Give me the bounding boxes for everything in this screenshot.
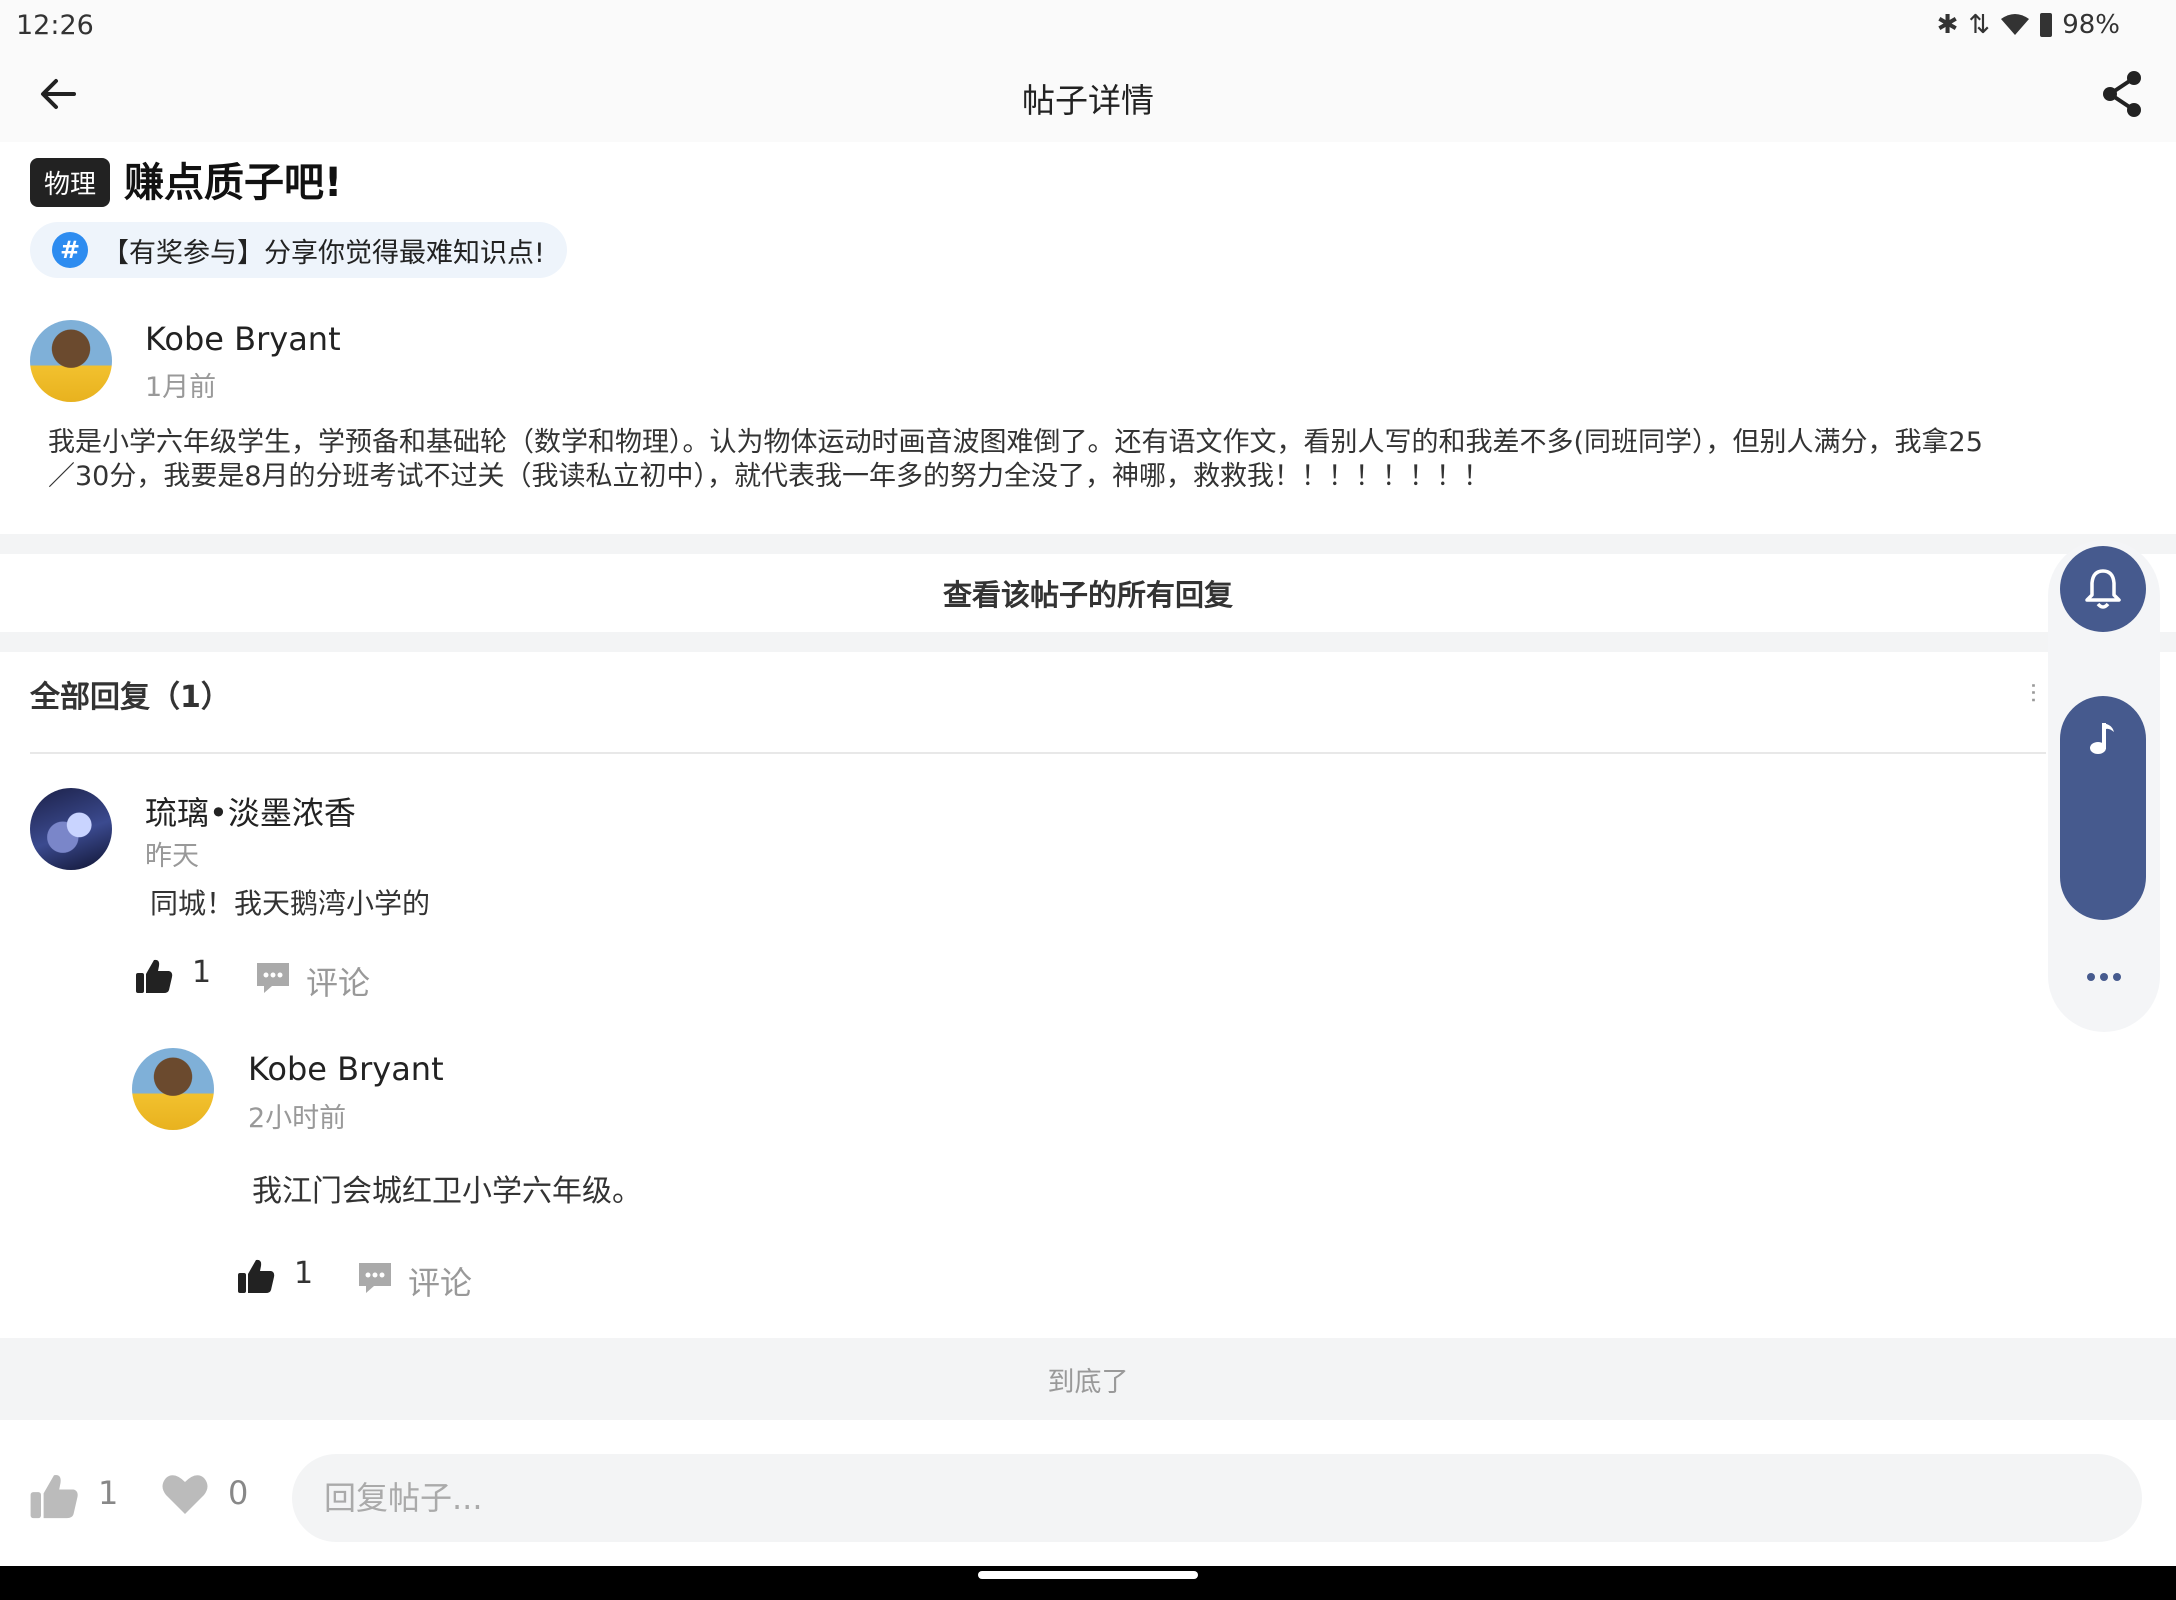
- sub-reply-text: 我江门会城红卫小学六年级。: [252, 1174, 642, 1209]
- reply-text: 同城！我天鹅湾小学的: [150, 887, 431, 920]
- category-tag[interactable]: 物理: [30, 158, 111, 207]
- sub-reply-time: 2小时前: [248, 1103, 347, 1134]
- sub-reply-comment-button[interactable]: 评论: [408, 1258, 472, 1304]
- comment-icon[interactable]: [356, 1260, 394, 1296]
- topic-chip[interactable]: # 【有奖参与】分享你觉得最难知识点!: [30, 222, 567, 278]
- more-dots-icon[interactable]: [2082, 962, 2126, 992]
- battery-icon: [2040, 13, 2053, 37]
- post-time: 1月前: [145, 372, 217, 403]
- author-name[interactable]: Kobe Bryant: [145, 320, 341, 358]
- status-icons: ✱ ⇅ 98%: [1937, 10, 2120, 40]
- post-like-count: 1: [98, 1474, 119, 1512]
- section-divider: [0, 632, 2176, 652]
- heart-icon[interactable]: [160, 1470, 210, 1518]
- topic-text: 【有奖参与】分享你觉得最难知识点!: [102, 237, 545, 269]
- reply-comment-button[interactable]: 评论: [306, 958, 370, 1004]
- sub-reply-avatar[interactable]: [132, 1048, 214, 1130]
- battery-level: 98%: [2062, 10, 2120, 40]
- sub-reply-author[interactable]: Kobe Bryant: [248, 1050, 444, 1088]
- comment-icon[interactable]: [254, 960, 292, 996]
- dot: [2087, 973, 2095, 981]
- view-all-replies-button[interactable]: 查看该帖子的所有回复: [0, 554, 2176, 632]
- thumbs-up-icon[interactable]: [28, 1470, 80, 1522]
- dot: [2113, 973, 2121, 981]
- reply-like-count: 1: [192, 955, 212, 990]
- reply-time: 昨天: [145, 841, 199, 872]
- author-avatar[interactable]: [30, 320, 112, 402]
- replies-header: 全部回复（1）: [30, 680, 231, 715]
- reply-input[interactable]: [292, 1454, 2142, 1542]
- bluetooth-icon: ✱: [1936, 10, 1959, 40]
- music-note-icon: [2090, 723, 2114, 754]
- home-indicator[interactable]: [978, 1571, 1198, 1579]
- sort-toggle[interactable]: ⫶: [2030, 680, 2037, 711]
- status-bar: [0, 0, 2176, 52]
- wifi-icon: [2001, 14, 2030, 35]
- reply-author[interactable]: 琉璃•淡墨浓香: [145, 788, 356, 834]
- bell-icon: [2085, 569, 2121, 609]
- post-body-line: 我是小学六年级学生，学预备和基础轮（数学和物理）。认为物体运动时画音波图难倒了。…: [48, 427, 1983, 458]
- sub-reply-like-count: 1: [294, 1256, 314, 1291]
- thumbs-up-icon[interactable]: [236, 1256, 276, 1296]
- post-favorite-count: 0: [228, 1474, 249, 1512]
- bell-button[interactable]: [2060, 546, 2146, 632]
- divider: [30, 752, 2046, 754]
- thumbs-up-icon[interactable]: [134, 956, 174, 996]
- status-time: 12:26: [16, 10, 94, 41]
- dot: [2100, 973, 2108, 981]
- end-of-list: 到底了: [0, 1338, 2176, 1420]
- section-divider: [0, 534, 2176, 554]
- page-title: 帖子详情: [1022, 81, 1154, 120]
- share-icon[interactable]: [2098, 68, 2146, 120]
- post-body: 我是小学六年级学生，学预备和基础轮（数学和物理）。认为物体运动时画音波图难倒了。…: [48, 426, 2138, 494]
- back-arrow-icon[interactable]: [34, 70, 82, 118]
- post-body-line: ／30分，我要是8月的分班考试不过关（我读私立初中），就代表我一年多的努力全没了…: [48, 461, 1491, 492]
- hashtag-icon: #: [52, 232, 88, 268]
- data-arrows-icon: ⇅: [1968, 10, 1991, 40]
- reply-avatar[interactable]: [30, 788, 112, 870]
- post-title: 赚点质子吧!: [124, 160, 343, 206]
